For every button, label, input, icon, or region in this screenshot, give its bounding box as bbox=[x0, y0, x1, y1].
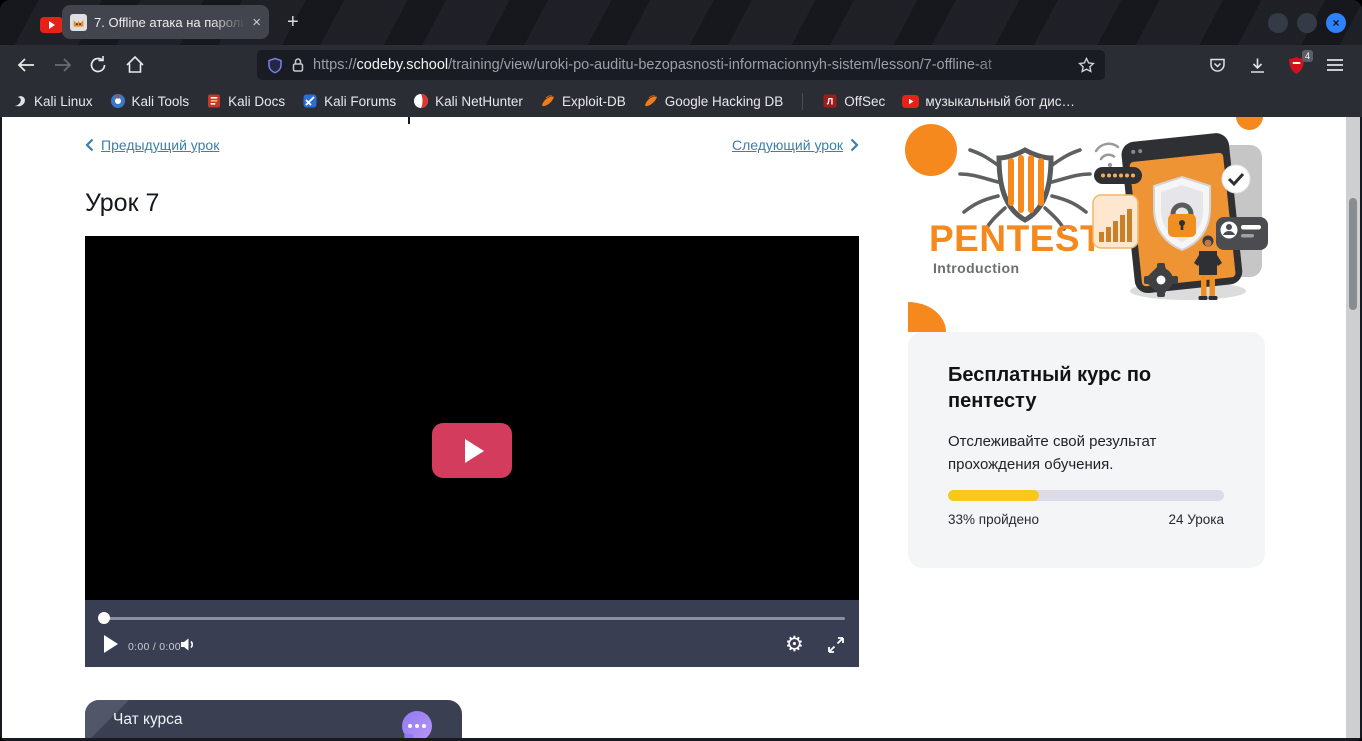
course-card-description: Отслеживайте свой результат прохождения … bbox=[948, 430, 1233, 476]
scrollbar-track[interactable] bbox=[1346, 117, 1360, 738]
settings-gear-icon[interactable]: ⚙ bbox=[785, 633, 804, 655]
url-path: /training/view/uroki-po-auditu-bezopasno… bbox=[448, 57, 992, 73]
progress-fill bbox=[948, 490, 1039, 501]
security-illustration bbox=[1088, 119, 1270, 311]
seek-handle[interactable] bbox=[98, 612, 110, 624]
youtube-icon bbox=[902, 95, 919, 108]
kali-tools-icon bbox=[110, 93, 126, 109]
play-button[interactable] bbox=[104, 635, 118, 653]
video-area[interactable] bbox=[85, 236, 859, 600]
bookmark-kali-forums[interactable]: Kali Forums bbox=[302, 93, 396, 109]
fullscreen-icon[interactable] bbox=[827, 636, 845, 654]
youtube-icon bbox=[49, 21, 55, 29]
play-icon bbox=[465, 439, 484, 463]
next-lesson-link[interactable]: Следующий урок bbox=[732, 137, 859, 153]
progress-percent-label: 33% пройдено bbox=[948, 512, 1039, 527]
close-button[interactable]: × bbox=[1326, 13, 1346, 33]
url-domain: codeby.school bbox=[357, 57, 449, 73]
bookmark-kali-nethunter[interactable]: Kali NetHunter bbox=[413, 93, 523, 109]
offsec-icon: Л bbox=[822, 93, 838, 109]
brand-name: PENTEST bbox=[929, 218, 1103, 260]
active-tab[interactable]: 7. Offline атака на пароли × bbox=[62, 5, 269, 39]
url-text: https://codeby.school/training/view/urok… bbox=[313, 57, 1025, 73]
reload-button[interactable] bbox=[87, 54, 109, 76]
course-progress-card: Бесплатный курс по пентесту Отслеживайте… bbox=[908, 332, 1265, 568]
bookmark-kali-tools[interactable]: Kali Tools bbox=[110, 93, 190, 109]
tab-title: 7. Offline атака на пароли bbox=[94, 15, 245, 30]
pinned-tab-youtube[interactable] bbox=[40, 17, 63, 33]
page-content: Предыдущий урок Следующий урок Урок 7 bbox=[2, 117, 1360, 738]
prev-lesson-link[interactable]: Предыдущий урок bbox=[85, 137, 219, 153]
lock-icon bbox=[291, 57, 305, 73]
screenshot-root: 7. Offline атака на пароли × + × bbox=[0, 0, 1362, 741]
banner-orange-quarter bbox=[908, 302, 946, 332]
maximize-button[interactable] bbox=[1297, 13, 1317, 33]
clipped-heading-fragment bbox=[408, 117, 410, 124]
tracking-protection-shield-icon[interactable] bbox=[267, 57, 283, 74]
url-bar[interactable]: https://codeby.school/training/view/urok… bbox=[257, 50, 1105, 80]
window-controls: × bbox=[1268, 13, 1346, 33]
course-progress-bar bbox=[948, 490, 1224, 501]
time-display: 0:00 / 0:00 bbox=[128, 641, 181, 653]
codeby-favicon-icon bbox=[70, 14, 87, 31]
bookmark-offsec[interactable]: Л OffSec bbox=[822, 93, 885, 109]
volume-icon[interactable] bbox=[179, 636, 196, 653]
kali-nethunter-icon bbox=[413, 93, 429, 109]
scrollbar-thumb[interactable] bbox=[1349, 198, 1357, 310]
bookmark-kali-docs[interactable]: Kali Docs bbox=[206, 93, 285, 109]
new-tab-button[interactable]: + bbox=[287, 10, 299, 34]
back-button[interactable] bbox=[15, 54, 37, 76]
forward-button[interactable] bbox=[52, 54, 74, 76]
progress-labels: 33% пройдено 24 Урока bbox=[948, 512, 1224, 527]
course-chat-widget[interactable]: Чат курса bbox=[85, 700, 462, 738]
lessons-count-label: 24 Урока bbox=[1169, 512, 1224, 527]
player-controls-bar: 0:00 / 0:00 ⚙ bbox=[85, 600, 859, 667]
chat-bubble-icon[interactable] bbox=[402, 711, 432, 738]
bookmark-kali-linux[interactable]: Kali Linux bbox=[12, 93, 93, 109]
minimize-button[interactable] bbox=[1268, 13, 1288, 33]
nav-toolbar: https://codeby.school/training/view/urok… bbox=[0, 45, 1362, 85]
bookmark-google-hacking-db[interactable]: Google Hacking DB bbox=[643, 93, 784, 109]
menu-hamburger-icon[interactable] bbox=[1326, 58, 1344, 72]
svg-text:Л: Л bbox=[827, 97, 833, 107]
kali-dragon-icon bbox=[12, 93, 28, 109]
download-icon[interactable] bbox=[1248, 56, 1267, 75]
seek-bar[interactable] bbox=[103, 617, 845, 620]
course-card-title: Бесплатный курс по пентесту bbox=[948, 362, 1233, 414]
brand-subtitle: Introduction bbox=[933, 260, 1019, 276]
kali-forums-icon bbox=[302, 93, 318, 109]
kali-docs-icon bbox=[206, 93, 222, 109]
home-button[interactable] bbox=[124, 54, 146, 76]
bookmark-star-icon[interactable] bbox=[1078, 57, 1095, 74]
bookmark-exploit-db[interactable]: Exploit-DB bbox=[540, 93, 626, 109]
bookmark-music-bot[interactable]: музыкальный бот дис… bbox=[902, 94, 1075, 109]
pocket-icon[interactable] bbox=[1208, 56, 1227, 75]
google-hacking-db-wasp-icon bbox=[643, 93, 659, 109]
chevron-left-icon bbox=[85, 138, 94, 152]
bookmarks-separator bbox=[802, 93, 803, 110]
url-scheme: https:// bbox=[313, 57, 357, 73]
bookmarks-bar: Kali Linux Kali Tools Kali Docs Kali For… bbox=[0, 85, 1362, 117]
chat-title: Чат курса bbox=[113, 711, 183, 729]
toolbar-right-icons: 4 bbox=[1208, 45, 1362, 85]
tab-bar: 7. Offline атака на пароли × + × bbox=[0, 0, 1362, 45]
big-play-button[interactable] bbox=[432, 423, 512, 478]
ublock-extension-icon[interactable]: 4 bbox=[1288, 56, 1305, 75]
video-player: 0:00 / 0:00 ⚙ bbox=[85, 236, 859, 667]
lesson-navigation: Предыдущий урок Следующий урок bbox=[85, 137, 859, 153]
firefox-window: 7. Offline атака на пароли × + × bbox=[0, 0, 1362, 741]
tab-close-icon[interactable]: × bbox=[252, 15, 261, 30]
exploit-db-wasp-icon bbox=[540, 93, 556, 109]
chevron-right-icon bbox=[850, 138, 859, 152]
extension-badge: 4 bbox=[1302, 50, 1313, 62]
lesson-title: Урок 7 bbox=[85, 189, 159, 218]
